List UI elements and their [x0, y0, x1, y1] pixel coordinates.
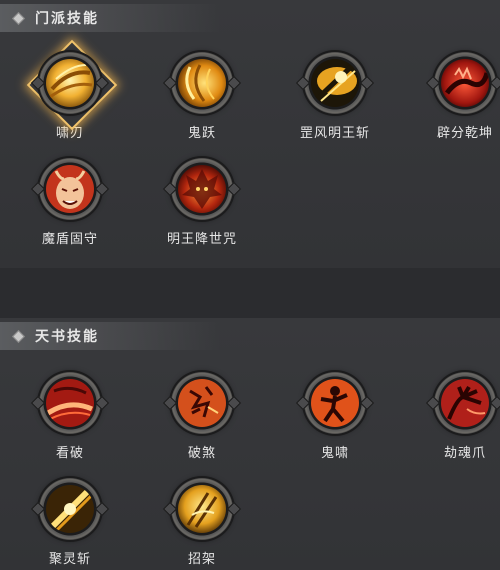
skill-label: 啸刃: [55, 126, 84, 141]
skill-zhaojia[interactable]: 招架: [147, 478, 257, 567]
skill-pifen-qiankun[interactable]: 辟分乾坤: [410, 52, 500, 141]
skill-label: 看破: [55, 446, 84, 461]
skill-label: 破煞: [187, 446, 216, 461]
skill-label: 明王降世咒: [166, 232, 237, 247]
section-title: 天书技能: [35, 329, 99, 345]
diamond-bullet-icon: [12, 329, 25, 343]
skill-juling-zhan[interactable]: 聚灵斩: [15, 478, 125, 567]
skill-label: 招架: [187, 552, 216, 567]
red-slash-icon: [46, 379, 94, 427]
skill-ring: [171, 372, 233, 434]
skill-label: 鬼跃: [187, 126, 216, 141]
golden-parry-icon: [178, 485, 226, 533]
rune-glyph-icon: [178, 379, 226, 427]
skill-kanpo[interactable]: 看破: [15, 372, 125, 461]
skill-ring: [304, 52, 366, 114]
skill-modun-gushou[interactable]: 魔盾固守: [15, 158, 125, 247]
skill-ring: [171, 158, 233, 220]
skill-ring: [39, 52, 101, 114]
skill-label: 聚灵斩: [48, 552, 91, 567]
skill-ring: [171, 478, 233, 540]
skill-label: 魔盾固守: [41, 232, 98, 247]
diamond-bullet-icon: [12, 11, 25, 25]
skill-label: 辟分乾坤: [436, 126, 493, 141]
demon-mask-icon: [46, 165, 94, 213]
skill-mingwang-jiangshi-zhou[interactable]: 明王降世咒: [147, 158, 257, 247]
skill-guiyue[interactable]: 鬼跃: [147, 52, 257, 141]
section-header-tianshu-skills: 天书技能: [0, 322, 220, 350]
skill-ring: [171, 52, 233, 114]
flame-demon-icon: [178, 165, 226, 213]
skill-label: 罡风明王斩: [299, 126, 370, 141]
golden-blade-swirl-icon: [46, 59, 94, 107]
skill-ring: [434, 52, 496, 114]
section-divider: [0, 268, 500, 318]
golden-strike-icon: [46, 485, 94, 533]
skill-ring: [304, 372, 366, 434]
skill-label: 劫魂爪: [443, 446, 486, 461]
skill-ring: [39, 158, 101, 220]
golden-wind-icon: [178, 59, 226, 107]
red-dragon-icon: [441, 59, 489, 107]
section-header-sect-skills: 门派技能: [0, 4, 220, 32]
skill-label: 鬼啸: [320, 446, 349, 461]
skill-ring: [434, 372, 496, 434]
skill-posha[interactable]: 破煞: [147, 372, 257, 461]
section-title: 门派技能: [35, 11, 99, 27]
skill-xiaoren[interactable]: 啸刃: [15, 39, 125, 141]
skill-jiehun-zhua[interactable]: 劫魂爪: [410, 372, 500, 461]
shadow-warrior-icon: [311, 379, 359, 427]
skill-ring: [39, 478, 101, 540]
skill-gangfeng-mingwang-zhan[interactable]: 罡风明王斩: [280, 52, 390, 141]
red-claw-icon: [441, 379, 489, 427]
golden-slash-icon: [311, 59, 359, 107]
skill-ring: [39, 372, 101, 434]
skill-guixiao[interactable]: 鬼啸: [280, 372, 390, 461]
